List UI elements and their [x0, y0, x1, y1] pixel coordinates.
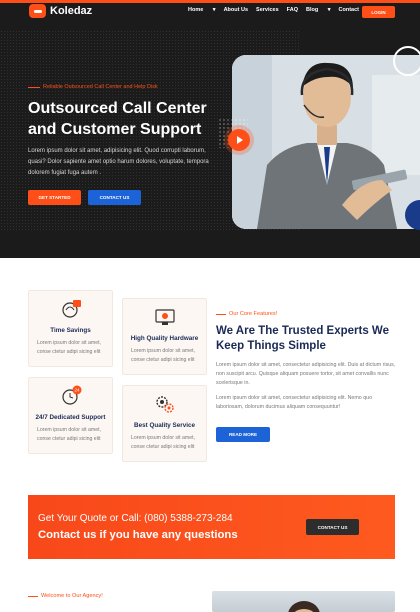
cta-question-line: Contact us if you have any questions [38, 529, 238, 541]
cta-phone-line: Get Your Quote or Call: (080) 5388-273-2… [38, 513, 233, 524]
features-title-line1: We Are The Trusted Experts We [216, 325, 389, 337]
svg-text:24: 24 [74, 388, 80, 393]
feature-title: High Quality Hardware [130, 335, 199, 342]
site-logo[interactable]: Koledaz [29, 4, 92, 18]
top-accent-bar [0, 0, 420, 3]
nav-item-faq[interactable]: FAQ [287, 7, 298, 13]
main-nav: Home ▾ About Us Services FAQ Blog ▾ Cont… [188, 7, 367, 13]
agency-illustration [288, 601, 320, 612]
feature-desc: Lorem ipsum dolor sit amet, conse ctetur… [37, 340, 102, 355]
features-eyebrow-text: Our Core Features! [229, 311, 278, 317]
feature-desc: Lorem ipsum dolor sit amet, conse ctetur… [37, 427, 102, 442]
gears-icon [156, 396, 174, 413]
hero-eyebrow: Reliable Outsourced Call Center and Help… [28, 84, 158, 90]
clock-24-icon: 24 [62, 385, 82, 405]
feature-desc: Lorem ipsum dolor sit amet, conse ctetur… [131, 435, 196, 450]
nav-item-home[interactable]: Home ▾ [188, 7, 216, 13]
hero-title: Outsourced Call Center and Customer Supp… [28, 98, 228, 140]
nav-item-contact[interactable]: Contact [339, 7, 359, 13]
feature-title: Best Quality Service [134, 422, 195, 429]
hero-title-line1: Outsourced Call Center [28, 100, 207, 117]
features-eyebrow: Our Core Features! [216, 311, 277, 317]
feature-desc: Lorem ipsum dolor sit amet, conse ctetur… [131, 348, 196, 363]
play-video-button[interactable] [228, 129, 250, 151]
agency-eyebrow: Welcome to Our Agency! [28, 593, 103, 599]
read-more-button[interactable]: READ MORE [216, 427, 270, 442]
hero-section: Koledaz Home ▾ About Us Services FAQ Blo… [0, 0, 420, 258]
play-icon [237, 136, 243, 144]
features-paragraph-2: Lorem ipsum dolor sit amet, consectetur … [216, 395, 373, 410]
feature-title: Time Savings [50, 327, 91, 334]
agency-eyebrow-text: Welcome to Our Agency! [41, 593, 103, 599]
login-button[interactable]: LOGIN [362, 6, 395, 18]
eyebrow-line [28, 86, 40, 88]
chat-bubble-icon [29, 4, 46, 18]
hero-title-line2: and Customer Support [28, 121, 202, 138]
support-phone-icon [62, 300, 81, 318]
feature-card-support: 24 24/7 Dedicated Support Lorem ipsum do… [28, 377, 113, 454]
nav-item-services[interactable]: Services [256, 7, 279, 13]
agent-photo [232, 55, 420, 229]
decorative-ring [393, 46, 420, 76]
cta-contact-button[interactable]: CONTACT US [306, 519, 359, 535]
features-title-line2: Keep Things Simple [216, 340, 326, 352]
cta-banner: Get Your Quote or Call: (080) 5388-273-2… [28, 495, 395, 559]
nav-item-about[interactable]: About Us [224, 7, 248, 13]
feature-card-service: Best Quality Service Lorem ipsum dolor s… [122, 385, 207, 462]
agent-illustration [232, 55, 420, 229]
feature-title: 24/7 Dedicated Support [35, 414, 106, 421]
agency-photo [212, 591, 395, 612]
contact-us-button[interactable]: CONTACT US [88, 190, 141, 205]
features-title: We Are The Trusted Experts We Keep Thing… [216, 324, 396, 354]
brand-name: Koledaz [50, 5, 93, 17]
eyebrow-line [28, 595, 38, 597]
get-started-button[interactable]: GET STARTED [28, 190, 81, 205]
eyebrow-line [216, 313, 226, 315]
feature-card-hardware: High Quality Hardware Lorem ipsum dolor … [122, 298, 207, 375]
hero-lead: Lorem ipsum dolor sit amet, adipisicing … [28, 148, 209, 176]
features-paragraph-1: Lorem ipsum dolor sit amet, consectetur … [216, 362, 396, 386]
hardware-monitor-icon [155, 309, 175, 325]
nav-item-blog[interactable]: Blog ▾ [306, 7, 331, 13]
hero-eyebrow-text: Reliable Outsourced Call Center and Help… [43, 84, 158, 90]
feature-card-time-savings: Time Savings Lorem ipsum dolor sit amet,… [28, 290, 113, 367]
